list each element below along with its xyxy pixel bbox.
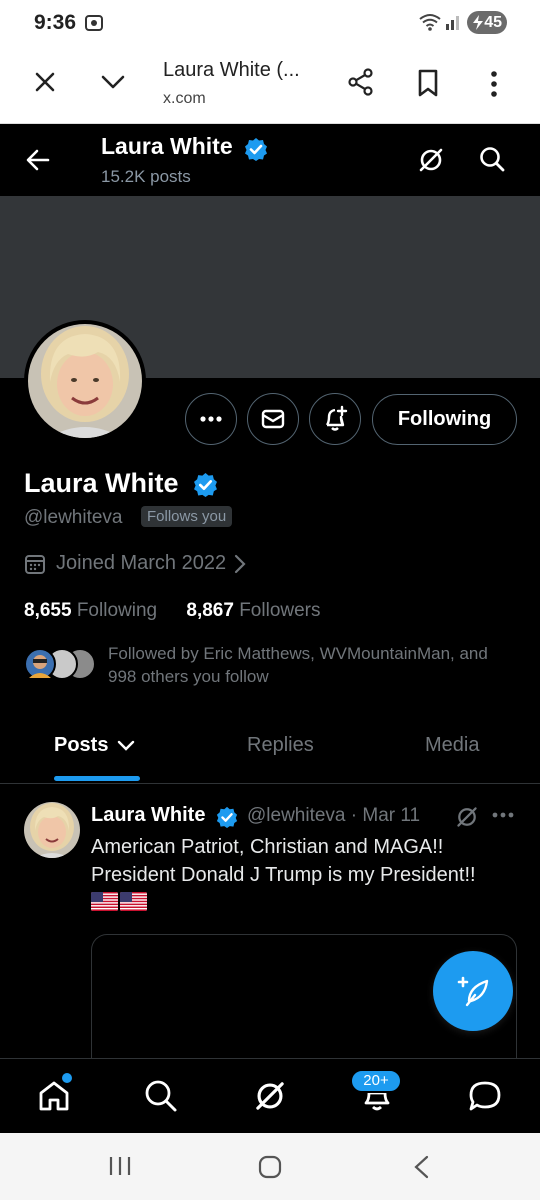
feather-plus-icon: [457, 976, 489, 1007]
bookmark-icon[interactable]: [417, 69, 439, 97]
home-unread-dot: [62, 1073, 72, 1083]
chevron-down-icon[interactable]: [100, 70, 126, 94]
following-label: Following: [76, 600, 158, 621]
chevron-right-icon: [234, 554, 246, 574]
active-tab-indicator: [54, 776, 140, 781]
following-count: 8,655: [24, 600, 72, 621]
joined-text: Joined March 2022: [56, 552, 227, 574]
grok-icon[interactable]: [455, 805, 479, 829]
browser-bar: Laura White (... x.com: [0, 46, 540, 124]
status-time: 9:36: [34, 11, 77, 34]
more-actions-button[interactable]: [185, 393, 237, 445]
battery-indicator: 45: [467, 11, 507, 34]
tab-posts-label: Posts: [54, 734, 109, 756]
post-author-avatar[interactable]: [24, 802, 80, 858]
signal-icon: [444, 12, 464, 32]
share-icon[interactable]: [347, 68, 375, 96]
tab-replies[interactable]: Replies: [247, 734, 314, 757]
verified-badge-icon: [244, 137, 268, 161]
search-icon[interactable]: [479, 146, 505, 172]
bottom-nav: 20+: [0, 1058, 540, 1133]
us-flag-icon: [91, 892, 118, 911]
grok-icon[interactable]: [253, 1079, 287, 1113]
profile-display-name: Laura White: [24, 468, 179, 498]
following-stat[interactable]: 8,655 Following: [24, 600, 157, 621]
avatar: [24, 648, 56, 680]
grok-icon[interactable]: [417, 146, 445, 174]
browser-url[interactable]: x.com: [163, 90, 206, 108]
profile-handle: @lewhiteva: [24, 507, 123, 528]
notifications-subscribe-button[interactable]: [309, 393, 361, 445]
verified-badge-icon: [216, 806, 238, 828]
more-options-icon[interactable]: [490, 71, 498, 97]
browser-page-title: Laura White (...: [163, 59, 300, 81]
profile-avatar[interactable]: [24, 320, 146, 442]
compose-post-button[interactable]: [433, 951, 513, 1031]
header-name: Laura White: [101, 133, 233, 159]
screenshot-icon: [84, 13, 104, 33]
wifi-icon: [418, 12, 442, 32]
messages-icon[interactable]: [468, 1079, 502, 1113]
android-nav-bar: [0, 1133, 540, 1200]
home-button-icon[interactable]: [258, 1155, 282, 1179]
notifications-badge: 20+: [350, 1069, 402, 1093]
tab-media[interactable]: Media: [425, 734, 479, 757]
back-arrow-icon[interactable]: [26, 149, 50, 171]
tab-posts[interactable]: Posts: [54, 734, 135, 757]
followers-label: Followers: [239, 600, 321, 621]
close-tab-button[interactable]: [33, 70, 57, 94]
mutual-avatars: [24, 648, 96, 680]
joined-date[interactable]: Joined March 2022: [24, 552, 246, 575]
profile-tabs: Posts Replies Media: [0, 718, 540, 784]
back-button-icon[interactable]: [412, 1155, 430, 1179]
verified-badge-icon: [193, 472, 218, 497]
followers-stat[interactable]: 8,867 Followers: [186, 600, 320, 621]
follow-stats: 8,655 Following 8,867 Followers: [24, 600, 321, 622]
followers-count: 8,867: [186, 600, 234, 621]
header-post-count: 15.2K posts: [101, 167, 191, 186]
search-icon[interactable]: [144, 1079, 178, 1113]
message-button[interactable]: [247, 393, 299, 445]
follows-you-badge: Follows you: [141, 506, 233, 527]
post-text: American Patriot, Christian and MAGA!! P…: [91, 836, 476, 886]
followed-by-text: Followed by Eric Matthews, WVMountainMan…: [108, 644, 488, 686]
battery-level: 45: [484, 14, 502, 31]
us-flag-icon: [120, 892, 147, 911]
profile-top-bar: Laura White 15.2K posts: [0, 124, 540, 196]
status-bar: 9:36 45: [0, 0, 540, 46]
chevron-down-icon: [117, 740, 135, 751]
calendar-icon: [24, 553, 46, 575]
following-button[interactable]: Following: [372, 394, 517, 445]
post-author-name: Laura White: [91, 804, 206, 826]
recent-apps-icon[interactable]: [108, 1155, 132, 1177]
post-meta: @lewhiteva · Mar 11: [247, 805, 421, 826]
home-icon[interactable]: [37, 1079, 71, 1113]
post-more-icon[interactable]: [492, 812, 514, 818]
us-flags-emoji: [91, 892, 147, 911]
